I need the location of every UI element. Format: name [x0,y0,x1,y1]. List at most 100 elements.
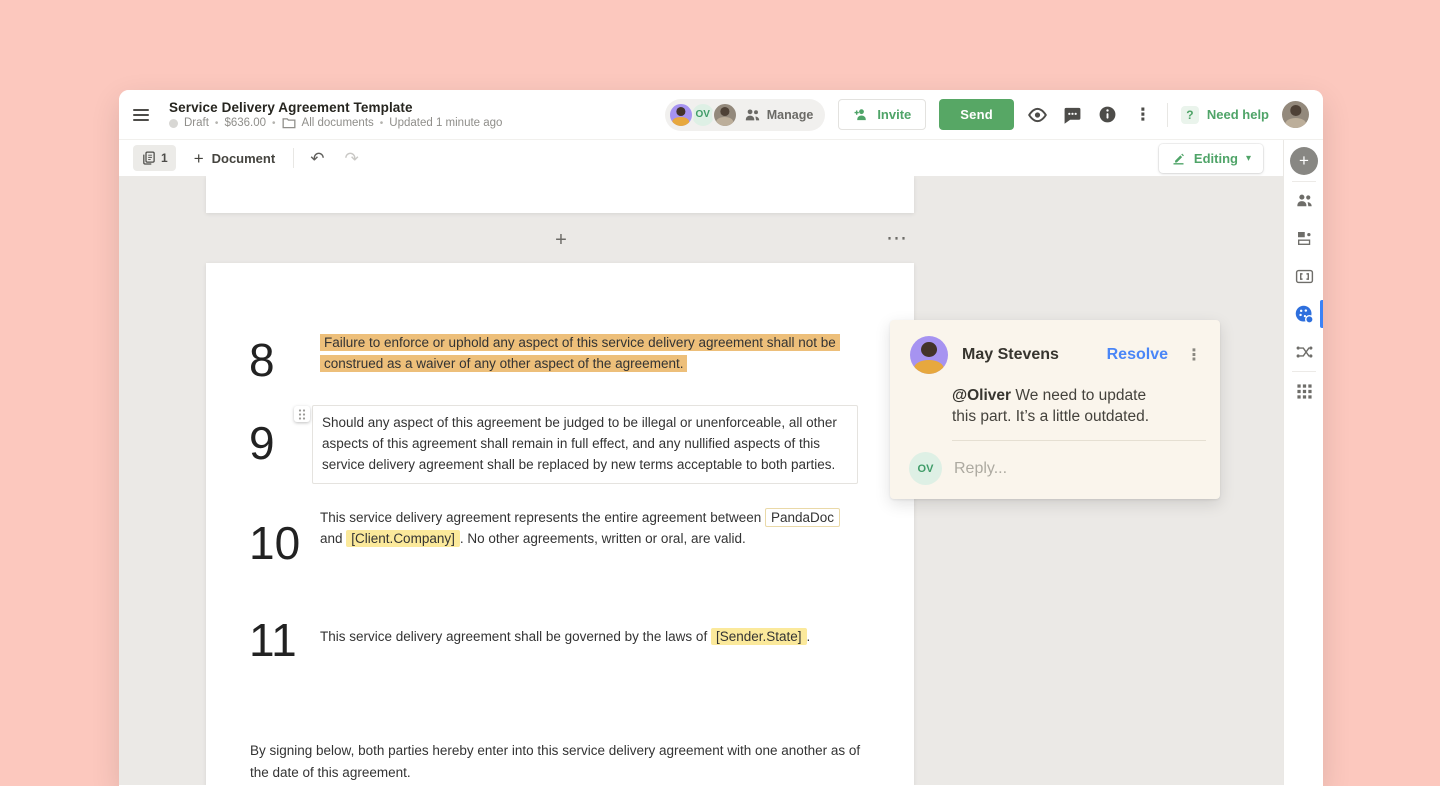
avatar-may[interactable] [668,102,694,128]
clause-text[interactable]: This service delivery agreement represen… [320,503,856,549]
workflow-icon [1295,344,1314,360]
comment-author-avatar [910,336,948,374]
toolbar-divider [293,148,294,168]
content-blocks-icon [1295,229,1313,247]
document-title-block: Service Delivery Agreement Template Draf… [169,100,502,129]
comment-author-name: May Stevens [962,346,1059,364]
plus-icon: + [194,150,204,167]
pencil-icon [1171,151,1186,166]
meta-separator: • [272,118,276,129]
clause-text-segment: and [320,531,343,546]
comment-header: May Stevens Resolve ⋮ [890,320,1220,374]
editing-mode-button[interactable]: Editing ▾ [1159,144,1263,173]
invite-button[interactable]: Invite [838,99,926,130]
sidebar-item-more-apps[interactable] [1290,377,1318,405]
editor-column: 1 + Document ↶ ↷ Editing ▾ [119,140,1283,785]
apps-grid-icon [1296,383,1313,400]
clause-11: 11 This service delivery agreement shall… [206,613,914,647]
hamburger-icon [133,109,149,111]
comment-text-line1: We need to update [1015,387,1146,404]
need-help-button[interactable]: ? Need help [1181,106,1269,124]
clause-text-segment: This service delivery agreement represen… [320,510,761,525]
clause-9: 9 Should any aspect of this agreement be… [206,405,914,484]
chat-bubble-icon [1063,106,1082,124]
folder-link[interactable]: All documents [302,117,374,129]
folder-icon [282,117,296,129]
info-button[interactable] [1097,104,1119,126]
need-help-label: Need help [1207,107,1269,122]
info-icon [1098,105,1117,124]
comment-reply-row: OV Reply... [890,441,1220,499]
manage-button-label: Manage [767,108,814,122]
clause-10: 10 This service delivery agreement repre… [206,503,914,549]
preview-eye-button[interactable] [1027,104,1049,126]
sidebar-divider [1292,371,1316,372]
status-dot-icon [169,119,178,128]
clause-number: 9 [249,420,275,466]
clause-text-segment: This service delivery agreement shall be… [320,629,707,644]
variable-token-sender-state[interactable]: [Sender.State] [711,628,807,645]
document-page-2[interactable]: 8 Failure to enforce or uphold any aspec… [206,263,914,785]
page-count: 1 [161,151,168,165]
page-indicator[interactable]: 1 [133,145,176,171]
undo-button[interactable]: ↶ [306,150,328,167]
active-tab-indicator [1320,300,1323,328]
sidebar-divider [1292,181,1316,182]
add-content-button[interactable]: + [1290,147,1318,175]
redo-button[interactable]: ↷ [340,150,362,167]
sidebar-item-variables[interactable] [1290,262,1318,290]
closing-paragraph[interactable]: By signing below, both parties hereby en… [250,740,864,783]
chevron-down-icon: ▾ [1246,153,1251,164]
commented-highlight-text[interactable]: Failure to enforce or uphold any aspect … [320,334,840,372]
main-menu-button[interactable] [133,109,153,121]
sidebar-item-design-themes[interactable] [1290,300,1318,328]
document-page-1[interactable] [206,176,914,213]
comment-menu-button[interactable]: ⋮ [1182,345,1206,365]
document-header: Service Delivery Agreement Template Draf… [119,90,1323,140]
editor-body: 1 + Document ↶ ↷ Editing ▾ [119,140,1323,785]
document-title: Service Delivery Agreement Template [169,100,502,115]
header-divider [1167,103,1168,127]
resolve-button[interactable]: Resolve [1107,346,1168,364]
drag-dots-icon [298,409,306,420]
sidebar-item-recipients[interactable] [1290,186,1318,214]
meta-separator: • [215,118,219,129]
comment-text-line2: this part. It’s a little outdated. [952,406,1206,427]
avatar-oliver[interactable] [712,102,738,128]
reply-avatar: OV [909,452,942,485]
add-document-button[interactable]: + Document [188,150,282,167]
sidebar-item-integrations[interactable] [1290,338,1318,366]
variable-token-client-company[interactable]: [Client.Company] [346,530,460,547]
editing-mode-label: Editing [1194,151,1238,166]
question-icon: ? [1181,106,1199,124]
clause-number: 10 [249,520,300,566]
account-avatar[interactable] [1282,101,1309,128]
document-meta: Draft • $636.00 • All documents • Update… [169,117,502,129]
meta-separator: • [380,118,384,129]
document-value: $636.00 [224,117,266,129]
reply-input[interactable]: Reply... [954,460,1007,478]
pages-icon [141,150,156,166]
clause-text[interactable]: Failure to enforce or uphold any aspect … [320,329,856,374]
comments-button[interactable] [1062,104,1084,126]
invite-person-icon [853,107,870,122]
add-block-button[interactable]: + [548,227,574,253]
clause-text[interactable]: Should any aspect of this agreement be j… [312,405,858,484]
sidebar-item-content-library[interactable] [1290,224,1318,252]
invite-button-label: Invite [877,107,911,122]
variables-brackets-icon [1295,269,1314,284]
page-more-button[interactable]: ⋯ [883,225,911,251]
clause-number: 8 [249,337,275,383]
clause-text[interactable]: This service delivery agreement shall be… [320,613,856,647]
variable-token-pandadoc[interactable]: PandaDoc [765,508,840,527]
drag-handle[interactable] [294,406,310,422]
comment-thread: May Stevens Resolve ⋮ @Oliver We need to… [890,320,1220,499]
collaborators-group[interactable]: OV Manage [665,99,826,131]
send-button[interactable]: Send [939,99,1014,130]
desktop-background: Service Delivery Agreement Template Draf… [0,0,1440,786]
clause-text-segment: . No other agreements, written or oral, … [460,531,746,546]
more-options-button[interactable]: ⋮ [1132,104,1154,126]
right-sidebar: + [1283,140,1323,785]
mention-oliver[interactable]: @Oliver [952,387,1011,404]
add-document-label: Document [212,151,276,166]
